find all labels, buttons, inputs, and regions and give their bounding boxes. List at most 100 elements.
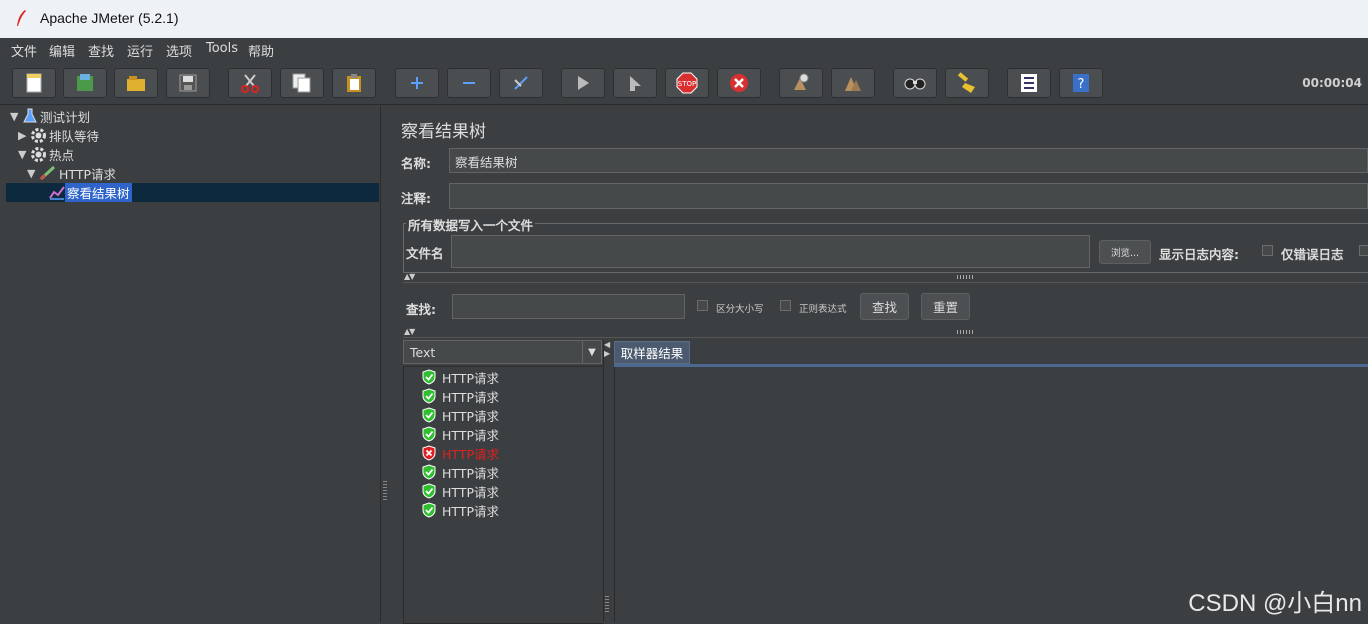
menu-options[interactable]: 选项 xyxy=(166,41,192,60)
name-field[interactable]: 察看结果树 xyxy=(449,148,1368,173)
panel-heading: 察看结果树 xyxy=(401,122,486,142)
copy-button[interactable] xyxy=(280,68,324,98)
divider-grip[interactable] xyxy=(957,330,975,334)
tree-item-test-plan[interactable]: ▼ 测试计划 xyxy=(10,107,92,125)
collapse-toggle-arrows-icon[interactable]: ▲▼ xyxy=(404,327,415,336)
successes-only-checkbox[interactable] xyxy=(1359,245,1368,256)
menu-search[interactable]: 查找 xyxy=(88,41,114,60)
errors-only-checkbox[interactable] xyxy=(1262,245,1273,256)
stop-button[interactable]: STOP xyxy=(665,68,709,98)
window-title: Apache JMeter (5.2.1) xyxy=(40,10,179,26)
success-shield-icon xyxy=(422,483,436,499)
main-splitter[interactable] xyxy=(381,106,389,622)
watermark: CSDN @小白nn xyxy=(1188,590,1362,617)
case-sensitive-checkbox[interactable] xyxy=(697,300,708,311)
tree-item-hotspot[interactable]: ▼ 热点 xyxy=(18,145,76,163)
renderer-select[interactable]: Text ▼ xyxy=(403,340,602,364)
divider-grip[interactable] xyxy=(957,275,975,279)
expand-arrow-icon[interactable]: ▼ xyxy=(27,167,39,180)
svg-text:?: ? xyxy=(1078,77,1085,92)
sample-row[interactable]: HTTP请求 xyxy=(422,368,499,386)
menu-help[interactable]: 帮助 xyxy=(248,41,274,60)
new-icon xyxy=(26,73,42,93)
gear-icon xyxy=(31,127,46,143)
menu-file[interactable]: 文件 xyxy=(11,41,37,60)
sample-label: HTTP请求 xyxy=(442,408,499,424)
toggle-button[interactable] xyxy=(499,68,543,98)
expand-arrow-icon[interactable]: ▼ xyxy=(10,110,22,123)
success-shield-icon xyxy=(422,369,436,385)
collapse-toggle-arrows-icon[interactable]: ▲▼ xyxy=(404,272,415,281)
pipette-icon xyxy=(39,165,56,181)
start-button[interactable] xyxy=(561,68,605,98)
open-icon xyxy=(127,76,145,91)
expand-arrow-icon[interactable]: ▼ xyxy=(18,148,30,161)
comment-field[interactable] xyxy=(449,183,1368,209)
shutdown-icon xyxy=(730,74,748,92)
clear-all-button[interactable] xyxy=(831,68,875,98)
divider xyxy=(403,337,1368,338)
sample-label: HTTP请求 xyxy=(442,503,499,519)
error-shield-icon xyxy=(422,445,436,461)
browse-button[interactable]: 浏览... xyxy=(1099,240,1151,264)
tree-item-http-request[interactable]: ▼ HTTP请求 xyxy=(27,164,118,182)
sample-row[interactable]: HTTP请求 xyxy=(422,425,499,443)
sample-label: HTTP请求 xyxy=(442,484,499,500)
tree-item-view-results-tree[interactable]: 察看结果树 xyxy=(49,182,132,202)
collapse-all-button[interactable] xyxy=(447,68,491,98)
search-button-panel[interactable]: 查找 xyxy=(860,293,909,320)
dropdown-arrow-icon[interactable]: ▼ xyxy=(582,341,601,363)
start-no-pause-button[interactable] xyxy=(613,68,657,98)
start-icon xyxy=(578,76,589,90)
paste-button[interactable] xyxy=(332,68,376,98)
save-button[interactable] xyxy=(166,68,210,98)
cut-icon xyxy=(241,74,259,93)
menu-tools[interactable]: Tools xyxy=(206,41,238,56)
sample-row[interactable]: HTTP请求 xyxy=(422,482,499,500)
broom-icon xyxy=(957,72,975,93)
sample-row[interactable]: HTTP请求 xyxy=(422,387,499,405)
cut-button[interactable] xyxy=(228,68,272,98)
splitter-grip[interactable] xyxy=(605,594,609,612)
sample-row[interactable]: HTTP请求 xyxy=(422,444,499,462)
search-input[interactable] xyxy=(452,294,685,319)
filename-field[interactable] xyxy=(451,235,1090,268)
write-to-file-title: 所有数据写入一个文件 xyxy=(406,215,536,234)
expand-all-button[interactable] xyxy=(395,68,439,98)
open-button[interactable] xyxy=(114,68,158,98)
sample-label: HTTP请求 xyxy=(442,427,499,443)
shutdown-button[interactable] xyxy=(717,68,761,98)
search-label: 查找: xyxy=(406,302,436,317)
renderer-selected: Text xyxy=(410,345,436,360)
reset-search-button[interactable] xyxy=(945,68,989,98)
function-helper-button[interactable] xyxy=(1007,68,1051,98)
tab-sampler-result[interactable]: 取样器结果 xyxy=(614,341,690,364)
collapse-arrow-icon[interactable]: ▶ xyxy=(18,129,30,142)
splitter-grip[interactable] xyxy=(383,480,387,500)
success-shield-icon xyxy=(422,426,436,442)
templates-icon xyxy=(77,74,93,91)
stop-icon: STOP xyxy=(676,72,698,94)
templates-button[interactable] xyxy=(63,68,107,98)
help-button[interactable]: ? xyxy=(1059,68,1103,98)
reset-button[interactable]: 重置 xyxy=(921,293,970,320)
save-icon xyxy=(179,74,197,92)
graph-icon xyxy=(49,186,65,200)
clear-button[interactable] xyxy=(779,68,823,98)
flask-icon xyxy=(23,108,37,123)
splitter-arrows-icon[interactable]: ◀ ▶ xyxy=(604,340,610,358)
search-button[interactable] xyxy=(893,68,937,98)
regex-checkbox[interactable] xyxy=(780,300,791,311)
regex-label: 正则表达式 xyxy=(799,304,847,315)
sample-row[interactable]: HTTP请求 xyxy=(422,501,499,519)
sample-row[interactable]: HTTP请求 xyxy=(422,406,499,424)
log-content-label: 显示日志内容: xyxy=(1159,247,1239,262)
sample-row[interactable]: HTTP请求 xyxy=(422,463,499,481)
title-bar: Apache JMeter (5.2.1) xyxy=(0,0,1368,38)
menu-run[interactable]: 运行 xyxy=(127,41,153,60)
menu-edit[interactable]: 编辑 xyxy=(49,41,75,60)
new-button[interactable] xyxy=(12,68,56,98)
tree-item-queue[interactable]: ▶ 排队等待 xyxy=(18,126,101,144)
sample-label: HTTP请求 xyxy=(442,446,499,462)
toggle-icon xyxy=(514,76,528,90)
